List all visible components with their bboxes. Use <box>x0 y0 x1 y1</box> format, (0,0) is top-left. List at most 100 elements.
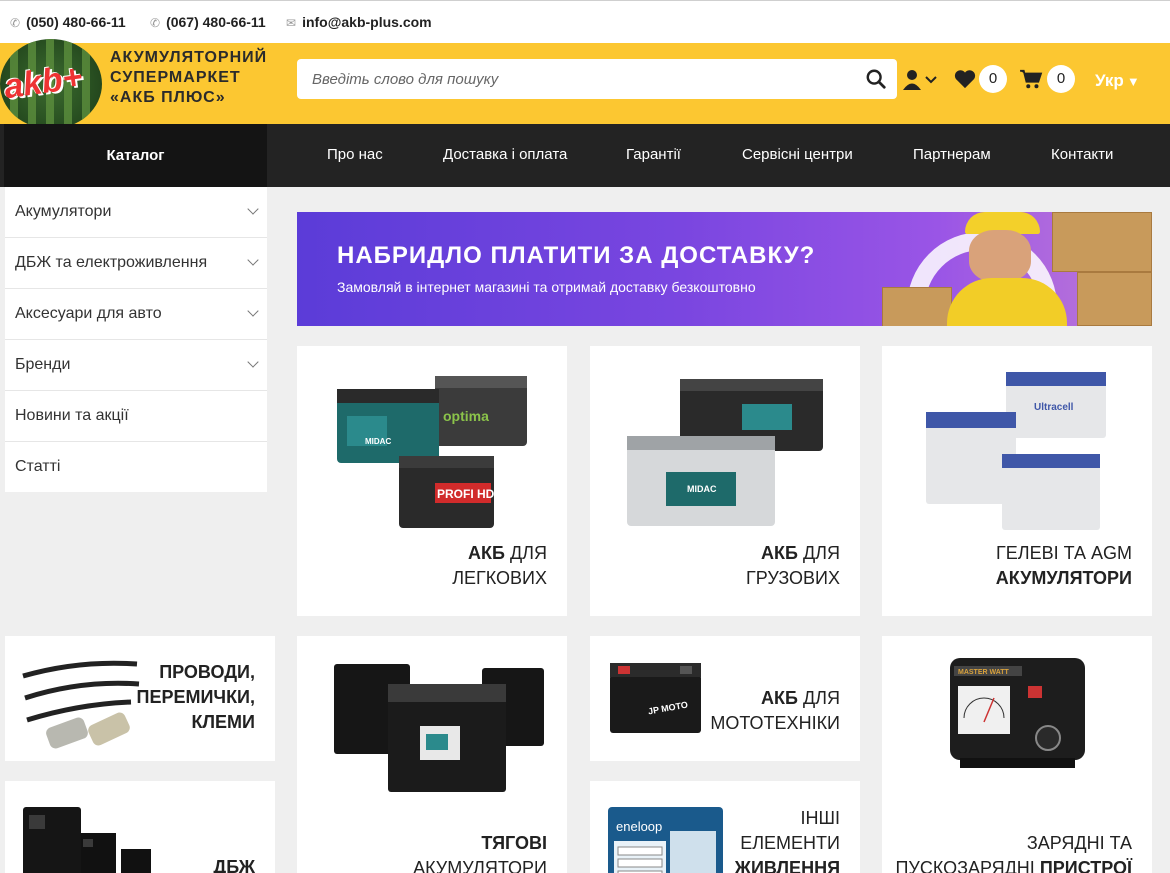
wires-clamps-image <box>22 660 140 749</box>
viber-icon: ✆ <box>10 16 21 30</box>
card-caption: АКБ ДЛЯ МОТОТЕХНІКИ <box>710 686 840 736</box>
caption-rest: ДЛЯ <box>802 543 840 563</box>
email-text: info@akb-plus.com <box>302 14 432 30</box>
caption-line-3: КЛЕМИ <box>191 712 255 732</box>
sidebar-item-ups[interactable]: ДБЖ та електроживлення <box>5 238 267 289</box>
caption-rest: ДЛЯ <box>802 688 840 708</box>
caption-line-2b: ПРИСТРОЇ <box>1039 858 1132 873</box>
traction-batteries-image <box>334 664 544 792</box>
eneloop-label: eneloop <box>616 819 662 834</box>
caption-bold: АКБ <box>761 688 798 708</box>
main-nav: Каталог Про нас Доставка і оплата Гарант… <box>0 124 1170 187</box>
caption-line-1: ТЯГОВІ <box>481 833 547 853</box>
card-caption: АКБ ДЛЯ ЛЕГКОВИХ <box>452 541 547 591</box>
wishlist-heart-icon[interactable] <box>954 69 976 89</box>
email-link[interactable]: ✉ info@akb-plus.com <box>286 14 432 30</box>
banner-title: НАБРИДЛО ПЛАТИТИ ЗА ДОСТАВКУ? <box>337 242 816 269</box>
logo-line-3: «АКБ ПЛЮС» <box>110 89 226 106</box>
sidebar-item-auto-accessories[interactable]: Аксесуари для авто <box>5 289 267 340</box>
caption-line-1: ПРОВОДИ, <box>159 662 255 682</box>
sidebar-item-label: ДБЖ та електроживлення <box>15 254 208 271</box>
card-caption: ЗАРЯДНІ ТА ПУСКОЗАРЯДНІ ПРИСТРОЇ <box>895 831 1132 873</box>
mail-icon: ✉ <box>286 16 297 30</box>
cart-icon[interactable] <box>1019 69 1043 89</box>
caption-line-2: ЛЕГКОВИХ <box>452 568 547 588</box>
category-card-gel-agm[interactable]: Ultracell ГЕЛЕВІ ТА AGM АКУМУЛЯТОРИ <box>882 346 1152 616</box>
nav-partners[interactable]: Партнерам <box>913 146 991 163</box>
language-select[interactable]: Укр ▼ <box>1095 71 1140 91</box>
category-card-car-batteries[interactable]: optima MIDAC PROFI HD АКБ ДЛЯ ЛЕГКОВИХ <box>297 346 567 616</box>
phone-link-1[interactable]: ✆ (050) 480-66-11 <box>10 14 126 30</box>
nav-warranty[interactable]: Гарантії <box>626 146 681 163</box>
nav-about[interactable]: Про нас <box>327 146 383 163</box>
caption-line-2: ЕЛЕМЕНТИ <box>740 833 840 853</box>
caption-rest: ДЛЯ <box>509 543 547 563</box>
phone-link-2[interactable]: ✆ (067) 480-66-11 <box>150 14 266 30</box>
phone-2-text: (067) 480-66-11 <box>166 14 266 30</box>
category-card-truck-batteries[interactable]: MIDAC АКБ ДЛЯ ГРУЗОВИХ <box>590 346 860 616</box>
parcel-box-image <box>1052 212 1152 272</box>
search-icon[interactable] <box>865 68 887 90</box>
parcel-box-image <box>1077 272 1152 326</box>
search-box <box>297 59 897 99</box>
category-card-chargers[interactable]: MASTER WATT ЗАРЯДНІ ТА ПУСКОЗАРЯДНІ ПРИСТ… <box>882 636 1152 873</box>
caption-line-2: МОТОТЕХНІКИ <box>710 713 840 733</box>
caption-line-2: АКУМУЛЯТОРИ <box>995 568 1132 588</box>
caption-line-1: ГЕЛЕВІ ТА AGM <box>996 543 1132 563</box>
logo-line-1: АКУМУЛЯТОРНИЙ <box>110 49 268 66</box>
catalog-button[interactable]: Каталог <box>4 124 267 187</box>
user-account-icon[interactable] <box>903 69 937 91</box>
caption-line-1: ІНШІ <box>800 808 841 828</box>
category-card-ups[interactable]: ДБЖ <box>5 781 275 873</box>
logo-text[interactable]: АКУМУЛЯТОРНИЙ СУПЕРМАРКЕТ «АКБ ПЛЮС» <box>110 48 267 108</box>
catalog-sidebar: Акумулятори ДБЖ та електроживлення Аксес… <box>5 187 267 492</box>
card-caption: ПРОВОДИ, ПЕРЕМИЧКИ, КЛЕМИ <box>137 660 255 735</box>
courier-image <box>947 212 1067 326</box>
caption-line-2a: ПУСКОЗАРЯДНІ <box>895 858 1035 873</box>
search-input[interactable] <box>297 59 857 99</box>
card-caption: АКБ ДЛЯ ГРУЗОВИХ <box>746 541 840 591</box>
truck-batteries-image: MIDAC <box>627 379 823 526</box>
sidebar-item-label: Новини та акції <box>15 407 129 424</box>
caption-line-2: АКУМУЛЯТОРИ <box>413 858 547 873</box>
card-caption: ІНШІ ЕЛЕМЕНТИ ЖИВЛЕННЯ <box>735 806 840 873</box>
caption-line-2: ПЕРЕМИЧКИ, <box>136 687 255 707</box>
car-batteries-image: optima MIDAC PROFI HD <box>337 376 527 528</box>
contact-bar: ✆ (050) 480-66-11 ✆ (067) 480-66-11 ✉ info@… <box>0 0 1170 44</box>
chevron-down-icon <box>247 305 259 317</box>
nav-delivery[interactable]: Доставка і оплата <box>443 146 567 163</box>
caption-line-3: ЖИВЛЕННЯ <box>734 858 840 873</box>
midac-label: MIDAC <box>687 484 717 494</box>
site-header: akb+ АКУМУЛЯТОРНИЙ СУПЕРМАРКЕТ «АКБ ПЛЮС… <box>0 39 1170 129</box>
sidebar-item-articles[interactable]: Статті <box>5 442 267 493</box>
sidebar-item-brands[interactable]: Бренди <box>5 340 267 391</box>
chevron-down-icon: ▼ <box>1126 74 1140 89</box>
sidebar-item-batteries[interactable]: Акумулятори <box>5 187 267 238</box>
sidebar-item-label: Бренди <box>15 356 71 373</box>
ultracell-label: Ultracell <box>1034 402 1074 413</box>
sidebar-item-label: Аксесуари для авто <box>15 305 162 322</box>
ups-image <box>23 807 151 873</box>
category-card-moto[interactable]: JP MOTO АКБ ДЛЯ МОТОТЕХНІКИ <box>590 636 860 761</box>
chevron-down-icon <box>247 254 259 266</box>
category-card-wires[interactable]: ПРОВОДИ, ПЕРЕМИЧКИ, КЛЕМИ <box>5 636 275 761</box>
nav-contacts[interactable]: Контакти <box>1051 146 1113 163</box>
caption-line-2: ГРУЗОВИХ <box>745 568 840 588</box>
banner-subtitle: Замовляй в інтернет магазині та отримай … <box>337 279 756 295</box>
master-watt-label: MASTER WATT <box>958 669 1010 676</box>
sidebar-item-news[interactable]: Новини та акції <box>5 391 267 442</box>
card-caption: ДБЖ <box>213 857 255 873</box>
optima-label: optima <box>443 408 489 424</box>
nav-service-centers[interactable]: Сервісні центри <box>742 146 853 163</box>
chevron-down-icon <box>247 203 259 215</box>
logo-watermelon-icon[interactable]: akb+ <box>0 39 102 129</box>
phone-icon: ✆ <box>150 16 161 30</box>
promo-banner[interactable]: НАБРИДЛО ПЛАТИТИ ЗА ДОСТАВКУ? Замовляй в… <box>297 212 1152 326</box>
sidebar-item-label: Статті <box>15 458 61 475</box>
category-card-traction[interactable]: ТЯГОВІ АКУМУЛЯТОРИ <box>297 636 567 873</box>
sidebar-item-label: Акумулятори <box>15 203 112 220</box>
category-card-other-power[interactable]: eneloop ІНШІ ЕЛЕМЕНТИ ЖИВЛЕННЯ <box>590 781 860 873</box>
phone-1-text: (050) 480-66-11 <box>26 14 126 30</box>
caption-line-1: ЗАРЯДНІ ТА <box>1026 833 1132 853</box>
midac-label: MIDAC <box>365 437 391 446</box>
